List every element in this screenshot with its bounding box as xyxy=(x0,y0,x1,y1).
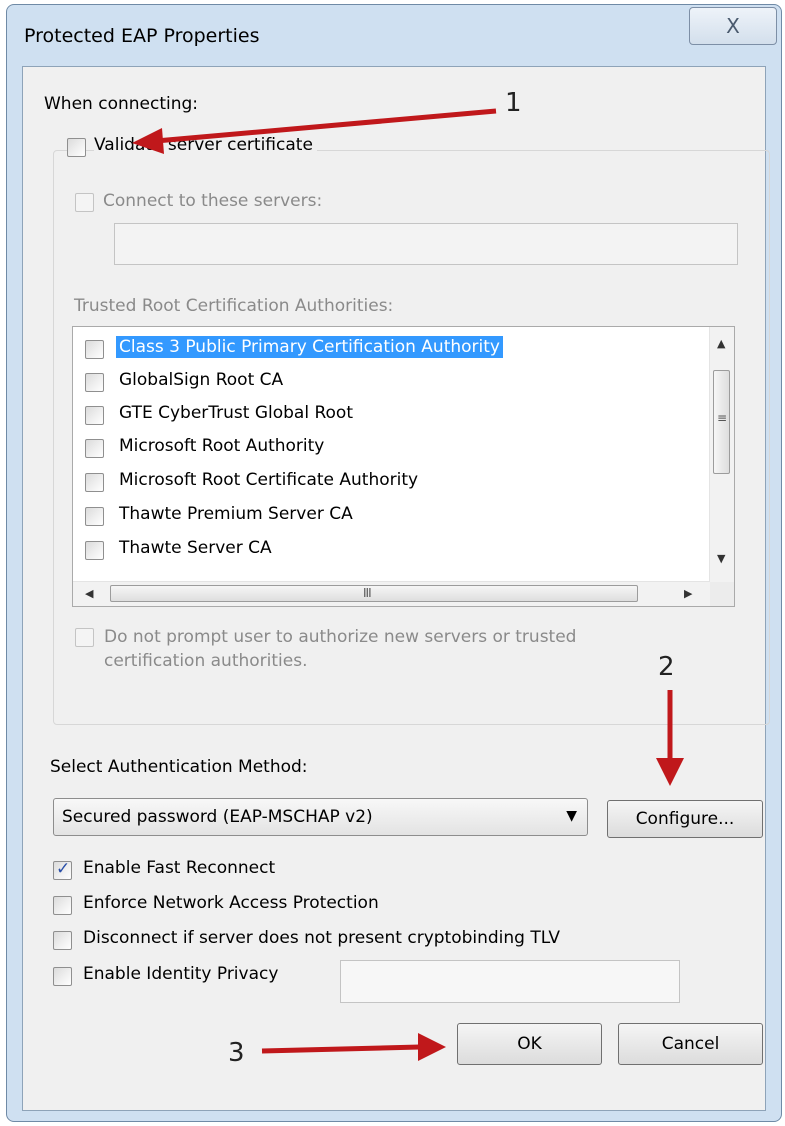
vertical-scroll-thumb[interactable]: ≡ xyxy=(713,370,730,474)
horizontal-scroll-thumb[interactable]: III xyxy=(110,585,638,602)
connect-servers-checkbox[interactable] xyxy=(75,193,94,212)
ca-checkbox[interactable] xyxy=(85,373,104,392)
no-prompt-label: Do not prompt user to authorize new serv… xyxy=(104,625,576,673)
ca-checkbox[interactable] xyxy=(85,473,104,492)
horizontal-scrollbar[interactable]: ◀ III ▶ xyxy=(73,581,710,606)
no-prompt-checkbox[interactable] xyxy=(75,628,94,647)
ca-checkbox[interactable] xyxy=(85,406,104,425)
grip-icon: III xyxy=(363,586,372,600)
auth-method-select[interactable]: Secured password (EAP-MSCHAP v2) ▼ xyxy=(53,798,588,836)
ca-label: Microsoft Root Authority xyxy=(119,436,325,456)
check-icon: ✓ xyxy=(56,859,71,879)
auth-method-value: Secured password (EAP-MSCHAP v2) xyxy=(62,807,373,827)
ca-label: Class 3 Public Primary Certification Aut… xyxy=(116,336,503,358)
dialog-title: Protected EAP Properties xyxy=(24,25,260,47)
nap-label: Enforce Network Access Protection xyxy=(83,893,379,913)
annotation-number-3: 3 xyxy=(228,1038,245,1068)
ca-checkbox[interactable] xyxy=(85,340,104,359)
ca-checkbox[interactable] xyxy=(85,439,104,458)
no-prompt-line1: Do not prompt user to authorize new serv… xyxy=(104,627,577,647)
grip-icon: ≡ xyxy=(717,411,727,425)
ok-label: OK xyxy=(517,1034,542,1054)
annotation-number-1: 1 xyxy=(505,88,522,118)
identity-field[interactable] xyxy=(340,960,680,1003)
ca-checkbox[interactable] xyxy=(85,541,104,560)
ca-listbox[interactable]: Class 3 Public Primary Certification Aut… xyxy=(72,326,735,607)
scroll-right-icon[interactable]: ▶ xyxy=(684,587,692,600)
validate-cert-label: Validate server certificate xyxy=(94,135,317,155)
title-bar: Protected EAP Properties X xyxy=(7,5,781,67)
ca-label: Thawte Server CA xyxy=(119,538,272,558)
dialog-window: Protected EAP Properties X When connecti… xyxy=(6,4,782,1122)
no-prompt-line2: certification authorities. xyxy=(104,651,308,671)
dialog-body: When connecting: Validate server certifi… xyxy=(22,66,770,1111)
cancel-button[interactable]: Cancel xyxy=(618,1023,763,1065)
close-button[interactable]: X xyxy=(689,7,777,45)
scroll-down-icon[interactable]: ▼ xyxy=(717,552,725,565)
when-connecting-label: When connecting: xyxy=(44,94,199,114)
ca-label: Thawte Premium Server CA xyxy=(119,504,353,524)
scroll-corner xyxy=(710,582,734,606)
fast-reconnect-checkbox[interactable]: ✓ xyxy=(53,859,72,880)
nap-checkbox[interactable] xyxy=(53,896,72,915)
cryptobinding-label: Disconnect if server does not present cr… xyxy=(83,928,560,948)
validate-cert-checkbox[interactable] xyxy=(67,138,86,157)
scroll-up-icon[interactable]: ▲ xyxy=(717,337,725,350)
trusted-root-label: Trusted Root Certification Authorities: xyxy=(74,296,394,316)
fast-reconnect-label: Enable Fast Reconnect xyxy=(83,858,276,878)
ca-label: Microsoft Root Certificate Authority xyxy=(119,470,419,490)
configure-label: Configure... xyxy=(635,809,735,829)
connect-servers-label: Connect to these servers: xyxy=(103,191,323,211)
cancel-label: Cancel xyxy=(661,1034,720,1054)
close-icon: X xyxy=(726,14,740,38)
identity-privacy-checkbox[interactable] xyxy=(53,967,72,986)
ca-label: GlobalSign Root CA xyxy=(119,370,284,390)
ca-checkbox[interactable] xyxy=(85,507,104,526)
ok-button[interactable]: OK xyxy=(457,1023,602,1065)
servers-field[interactable] xyxy=(114,223,738,265)
configure-button[interactable]: Configure... xyxy=(607,800,763,838)
scroll-left-icon[interactable]: ◀ xyxy=(85,587,93,600)
auth-method-label: Select Authentication Method: xyxy=(50,757,308,777)
identity-privacy-label: Enable Identity Privacy xyxy=(83,964,279,984)
chevron-down-icon: ▼ xyxy=(566,808,577,824)
annotation-number-2: 2 xyxy=(658,652,675,682)
ca-label: GTE CyberTrust Global Root xyxy=(119,403,353,423)
cryptobinding-checkbox[interactable] xyxy=(53,931,72,950)
vertical-scrollbar[interactable]: ▲ ≡ ▼ xyxy=(709,327,734,583)
